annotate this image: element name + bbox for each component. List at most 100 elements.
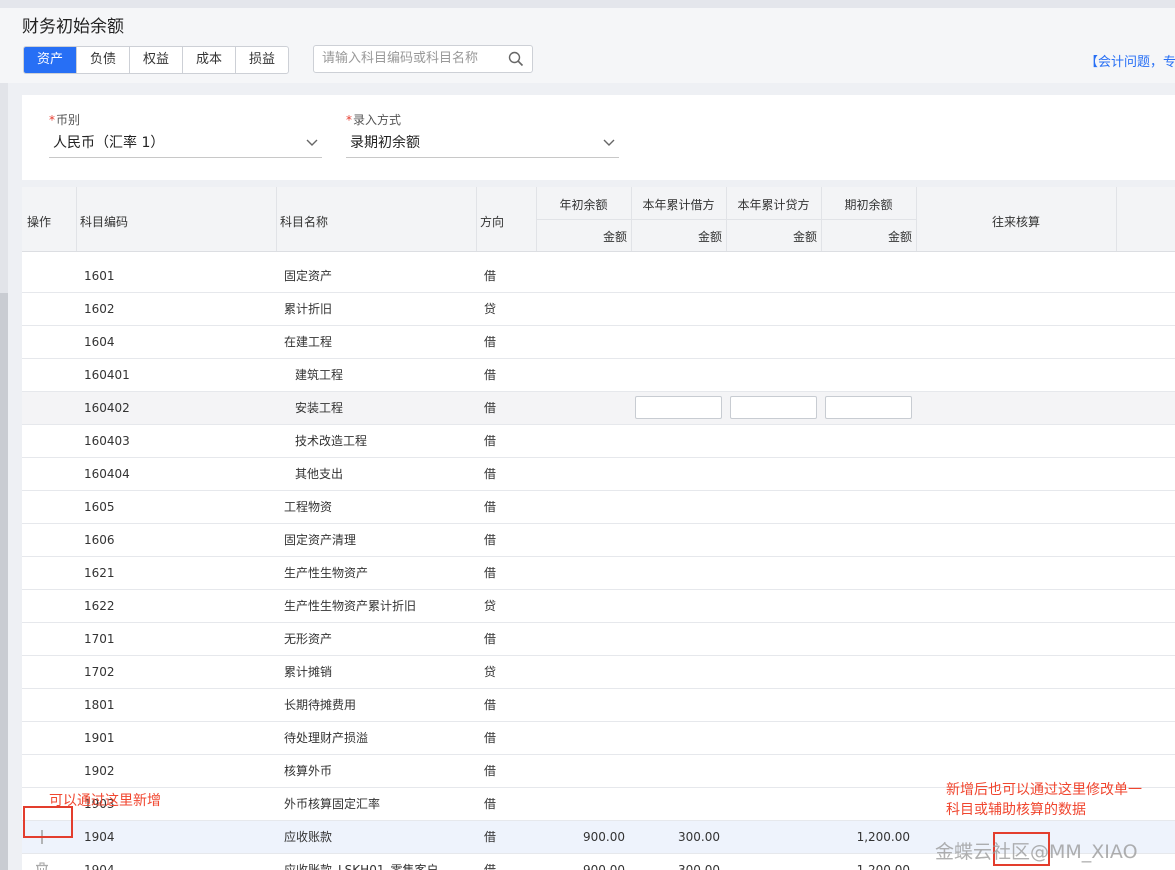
direction: 借 <box>484 566 497 580</box>
required-marker: * <box>49 113 55 127</box>
tab-liabilities[interactable]: 负债 <box>76 47 129 73</box>
entry-mode-select[interactable]: 录期初余额 <box>346 131 619 158</box>
header-divider <box>476 187 477 251</box>
entry-mode-filter: *录入方式 录期初余额 <box>346 111 619 158</box>
direction: 借 <box>484 632 497 646</box>
account-name: 工程物资 <box>284 500 333 514</box>
trash-icon[interactable] <box>34 862 50 870</box>
account-code: 1702 <box>84 665 115 679</box>
account-name: 其他支出 <box>295 467 344 481</box>
table-row[interactable]: 1801 长期待摊费用 借 <box>22 689 1175 722</box>
tab-equity[interactable]: 权益 <box>129 47 182 73</box>
search-icon[interactable] <box>508 51 524 67</box>
table-row[interactable]: 1622 生产性生物资产累计折旧 贷 <box>22 590 1175 623</box>
currency-label: *币别 <box>49 111 322 128</box>
ytd-credit-amount <box>726 821 815 853</box>
currency-label-text: 币别 <box>56 113 81 127</box>
currency-value: 人民币（汇率 1） <box>53 135 165 151</box>
year-begin-amount: 900.00 <box>583 863 625 870</box>
header-name: 科目名称 <box>280 215 329 229</box>
direction: 借 <box>484 401 497 415</box>
account-name: 建筑工程 <box>295 368 344 382</box>
page-title: 财务初始余额 <box>22 17 124 37</box>
account-name: 核算外币 <box>284 764 333 778</box>
tab-assets[interactable]: 资产 <box>24 47 76 73</box>
account-name: 生产性生物资产 <box>284 566 369 580</box>
table-row[interactable]: 160403 技术改造工程 借 <box>22 425 1175 458</box>
ytd-debit-input[interactable] <box>730 396 817 419</box>
table-row[interactable]: 1702 累计摊销 贷 <box>22 656 1175 689</box>
header-code: 科目编码 <box>80 215 129 229</box>
account-code: 1601 <box>84 269 115 283</box>
required-marker: * <box>346 113 352 127</box>
filter-panel: *币别 人民币（汇率 1） *录入方式 录期初余额 <box>22 95 1175 180</box>
account-name: 外币核算固定汇率 <box>284 797 381 811</box>
account-code: 1605 <box>84 500 115 514</box>
account-code: 1621 <box>84 566 115 580</box>
table-row[interactable]: 1605 工程物资 借 <box>22 491 1175 524</box>
header-period-begin: 期初余额 <box>844 198 893 212</box>
account-name: 固定资产 <box>284 269 333 283</box>
search-input[interactable] <box>314 46 510 70</box>
direction: 借 <box>484 863 497 870</box>
account-code: 1604 <box>84 335 115 349</box>
table-row[interactable]: 1621 生产性生物资产 借 <box>22 557 1175 590</box>
header-amount: 金额 <box>792 230 817 244</box>
ytd-credit-input[interactable] <box>825 396 912 419</box>
account-name: 技术改造工程 <box>295 434 368 448</box>
header-ytd-debit: 本年累计借方 <box>642 198 715 212</box>
header-partner: 往来核算 <box>991 215 1040 229</box>
currency-select[interactable]: 人民币（汇率 1） <box>49 131 322 158</box>
direction: 借 <box>484 434 497 448</box>
period-begin-amount: 1,200.00 <box>856 830 910 844</box>
page-header: 财务初始余额 资产 负债 权益 成本 损益 【会计问题，专 <box>0 8 1175 83</box>
table-row[interactable]: 1701 无形资产 借 <box>22 623 1175 656</box>
annotation-add-hint: 可以通过这里新增 <box>49 793 161 809</box>
table-row[interactable]: 1602 累计折旧 贷 <box>22 293 1175 326</box>
table-row[interactable]: 1901 待处理财产损溢 借 <box>22 722 1175 755</box>
annotation-edit-hint-line2: 科目或辅助核算的数据 <box>946 802 1086 818</box>
tab-cost[interactable]: 成本 <box>182 47 235 73</box>
account-code: 1902 <box>84 764 115 778</box>
direction: 借 <box>484 269 497 283</box>
header-op: 操作 <box>27 215 52 229</box>
account-name: 固定资产清理 <box>284 533 357 547</box>
table-row[interactable]: 1601 固定资产 借 <box>22 260 1175 293</box>
header-divider <box>76 187 77 251</box>
account-code: 1901 <box>84 731 115 745</box>
header-ytd-credit: 本年累计贷方 <box>737 198 810 212</box>
scrollbar-thumb[interactable] <box>0 293 8 870</box>
table-row[interactable]: 160402 安装工程 借 <box>22 392 1175 425</box>
table-row[interactable]: 1604 在建工程 借 <box>22 326 1175 359</box>
header-direction: 方向 <box>480 215 505 229</box>
tab-profit-loss[interactable]: 损益 <box>235 47 288 73</box>
entry-mode-label: *录入方式 <box>346 111 619 128</box>
account-code: 1701 <box>84 632 115 646</box>
ytd-debit-amount: 300.00 <box>678 830 720 844</box>
year-begin-input[interactable] <box>635 396 722 419</box>
account-code: 1606 <box>84 533 115 547</box>
period-begin-amount: 1,200.00 <box>856 863 910 870</box>
account-code: 160403 <box>84 434 130 448</box>
header-amount: 金额 <box>887 230 912 244</box>
account-name: 生产性生物资产累计折旧 <box>284 599 417 613</box>
direction: 贷 <box>484 599 497 613</box>
account-name: 无形资产 <box>284 632 333 646</box>
account-code: 1602 <box>84 302 115 316</box>
help-link[interactable]: 【会计问题，专 <box>1085 51 1175 70</box>
direction: 借 <box>484 368 497 382</box>
direction: 借 <box>484 533 497 547</box>
account-code: 160402 <box>84 401 130 415</box>
annotation-edit-hint-line1: 新增后也可以通过这里修改单一 <box>946 782 1142 798</box>
table-row[interactable]: 1606 固定资产清理 借 <box>22 524 1175 557</box>
account-code: 1904 <box>84 863 115 870</box>
header-divider <box>536 219 917 220</box>
table-row[interactable]: 160404 其他支出 借 <box>22 458 1175 491</box>
ytd-debit-amount: 300.00 <box>678 863 720 870</box>
account-name: 累计折旧 <box>284 302 333 316</box>
top-bar <box>0 0 1175 8</box>
direction: 借 <box>484 698 497 712</box>
table-row[interactable]: 160401 建筑工程 借 <box>22 359 1175 392</box>
account-name: 待处理财产损溢 <box>284 731 369 745</box>
account-name: 应收账款_LSKH01_零售客户 <box>284 863 439 870</box>
